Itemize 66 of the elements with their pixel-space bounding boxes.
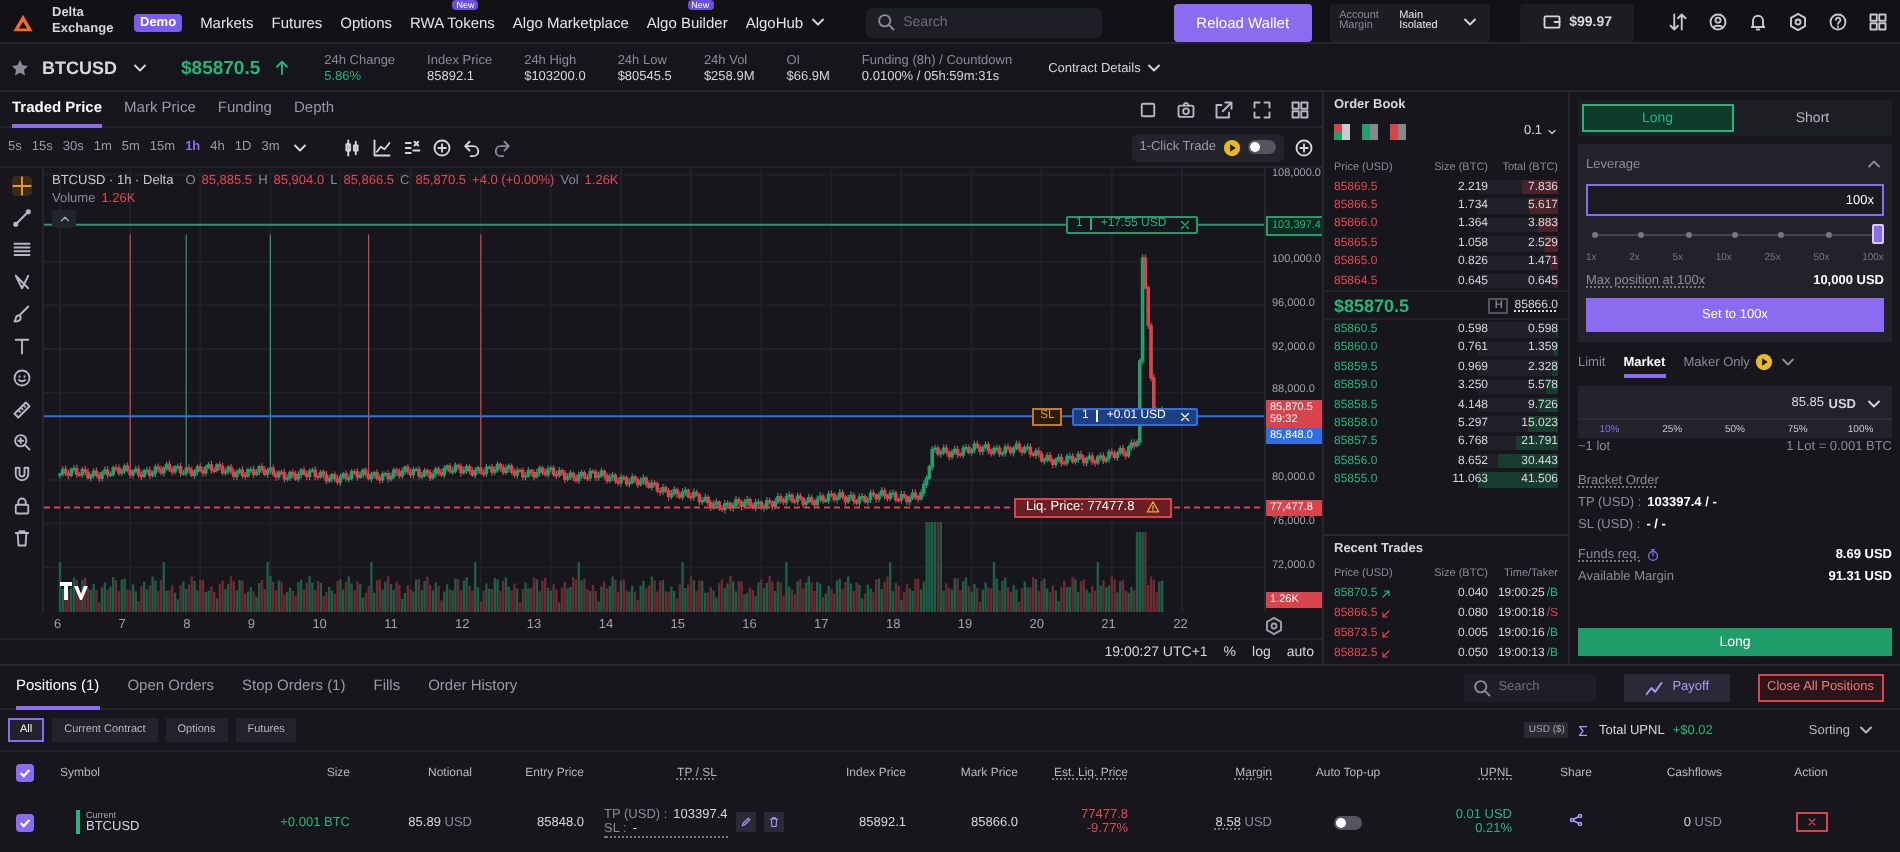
undo-icon[interactable] [461, 137, 482, 157]
indicator-icon[interactable] [371, 137, 392, 157]
close-icon [1177, 409, 1192, 424]
chevron-up-icon [57, 212, 71, 226]
chevron-icon [1546, 125, 1558, 137]
logo-icon [12, 11, 34, 33]
grid-icon[interactable] [1290, 99, 1310, 119]
template-icon[interactable] [401, 137, 422, 157]
checkbox[interactable] [16, 764, 34, 782]
symbol-name: BTCUSD [42, 58, 117, 78]
transfer-icon[interactable] [1668, 12, 1688, 32]
text-icon[interactable] [11, 336, 31, 356]
sigma-icon [1576, 723, 1591, 737]
grid-icon[interactable] [1868, 12, 1888, 32]
logo-icon [60, 582, 88, 600]
share-icon[interactable] [1568, 812, 1584, 828]
arrow-down-left-icon [1379, 608, 1392, 620]
search-icon [875, 12, 896, 32]
account-icon[interactable] [1708, 12, 1728, 32]
add-icon[interactable] [431, 137, 452, 157]
arrow-up-icon [272, 58, 293, 78]
warning-icon [1146, 500, 1161, 515]
delete-button[interactable] [763, 812, 784, 832]
leverage-slider[interactable] [1592, 226, 1878, 242]
pencil-icon [739, 816, 752, 828]
lock-icon[interactable] [11, 496, 31, 516]
wallet-icon [1541, 12, 1562, 32]
bell-icon[interactable] [1748, 12, 1768, 32]
toggle-switch[interactable] [1334, 815, 1362, 829]
last-price: $85870.5 [181, 57, 261, 79]
horizontal-lines-icon[interactable] [11, 240, 31, 260]
payoff-icon [1644, 677, 1665, 697]
emoji-icon[interactable] [11, 368, 31, 388]
arrow-down-left-icon [1379, 628, 1392, 640]
redo-icon[interactable] [491, 137, 512, 157]
timer-icon [1646, 548, 1661, 562]
checkbox[interactable] [16, 813, 34, 831]
fullscreen-icon[interactable] [1252, 99, 1272, 119]
slider-thumb[interactable] [1872, 224, 1884, 244]
search-icon [1472, 677, 1493, 697]
external-link-icon[interactable] [1214, 99, 1234, 119]
zoom-in-icon[interactable] [11, 432, 31, 452]
close-position-button[interactable] [1795, 812, 1827, 832]
arrow-down-left-icon [1379, 648, 1392, 660]
edit-button[interactable] [735, 812, 756, 832]
brush-icon[interactable] [11, 304, 31, 324]
crosshair-icon[interactable] [11, 176, 31, 196]
star-icon[interactable] [10, 58, 30, 78]
pattern-icon[interactable] [11, 272, 31, 292]
collapse-button[interactable] [52, 210, 76, 228]
trend-line-icon[interactable] [11, 208, 31, 228]
arrow-up-right-icon [1379, 588, 1392, 600]
ruler-icon[interactable] [11, 400, 31, 420]
trash-icon[interactable] [11, 528, 31, 548]
bids-view-icon[interactable] [1362, 123, 1378, 139]
close-icon [1178, 217, 1193, 232]
square-icon[interactable] [1138, 99, 1158, 119]
magnet-icon[interactable] [11, 464, 31, 484]
candles-icon[interactable] [341, 137, 362, 157]
trash-icon [767, 816, 780, 828]
both-sides-view-icon[interactable] [1334, 123, 1350, 139]
close-icon [1805, 816, 1817, 828]
asks-view-icon[interactable] [1390, 123, 1406, 139]
mid-price: $85870.5 [1334, 295, 1410, 316]
camera-icon[interactable] [1176, 99, 1196, 119]
toggle-switch[interactable] [1248, 140, 1276, 154]
